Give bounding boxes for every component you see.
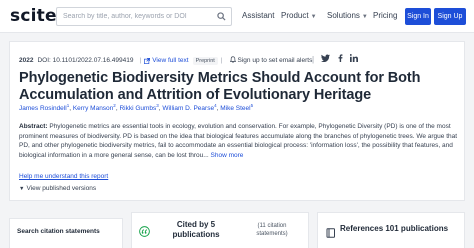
doi: DOI: 10.1101/2022.07.16.499419	[37, 57, 134, 64]
bell-icon[interactable]	[229, 56, 236, 65]
citation-statements-count: (11 citation statements)	[256, 223, 288, 237]
cited-by-count: Cited by 5 publications	[172, 220, 220, 239]
preprint-badge: Preprint	[192, 56, 218, 65]
author-link[interactable]: James Rosindell1	[19, 103, 69, 112]
view-full-text-link[interactable]: View full text	[152, 57, 188, 64]
nav-pricing[interactable]: Pricing	[373, 11, 397, 20]
references-tab[interactable]: References 101 publications	[317, 212, 465, 248]
show-more-link[interactable]: Show more	[211, 152, 244, 159]
publication-year: 2022	[19, 57, 34, 64]
facebook-icon[interactable]	[338, 54, 345, 64]
help-link[interactable]: Help me understand this report	[19, 173, 108, 180]
references-count: References 101 publications	[340, 224, 449, 233]
author-link[interactable]: Rikki Gumbs3	[119, 103, 158, 112]
author-link[interactable]: Kerry Manson2	[73, 103, 116, 112]
nav-assistant[interactable]: Assistant	[242, 11, 274, 20]
search-citations-label: Search citation statements	[17, 228, 100, 235]
sign-in-button[interactable]: Sign In	[405, 8, 431, 25]
published-versions-toggle[interactable]: ▼ View published versions	[19, 185, 96, 192]
linkedin-icon[interactable]	[349, 54, 358, 64]
top-navigation-bar: scite_ Search by title, author, keywords…	[0, 0, 474, 33]
author-link[interactable]: Mike Steel5	[220, 103, 253, 112]
chevron-down-icon: ▼	[19, 186, 25, 192]
abstract-label: Abstract:	[19, 123, 48, 130]
search-icon[interactable]	[211, 8, 231, 25]
social-share: |	[312, 54, 358, 64]
twitter-icon[interactable]	[321, 54, 332, 64]
nav-product[interactable]: Product ▼	[281, 11, 317, 20]
search-box[interactable]: Search by title, author, keywords or DOI	[56, 7, 232, 26]
search-input[interactable]: Search by title, author, keywords or DOI	[57, 13, 211, 20]
author-list: James Rosindell1, Kerry Manson2, Rikki G…	[19, 103, 254, 113]
nav-solutions[interactable]: Solutions ▼	[327, 11, 368, 20]
paper-card: 2022 DOI: 10.1101/2022.07.16.499419 | Vi…	[9, 41, 465, 201]
search-citations-panel[interactable]: Search citation statements	[9, 218, 123, 248]
external-link-icon	[144, 57, 151, 64]
abstract: Abstract: Phylogenetic metrics are essen…	[19, 122, 461, 160]
chevron-down-icon: ▼	[310, 14, 317, 20]
sign-up-button[interactable]: Sign Up	[434, 8, 466, 25]
cited-by-tab[interactable]: Cited by 5 publications (11 citation sta…	[131, 212, 309, 248]
book-icon	[326, 225, 336, 243]
paper-meta: 2022 DOI: 10.1101/2022.07.16.499419 | Vi…	[19, 56, 313, 65]
author-link[interactable]: William D. Pearse4	[162, 103, 216, 112]
email-alert-link[interactable]: Sign up to set email alerts	[238, 57, 313, 64]
chevron-down-icon: ▼	[361, 14, 368, 20]
paper-title: Phylogenetic Biodiversity Metrics Should…	[19, 70, 421, 103]
quote-icon	[139, 224, 150, 242]
